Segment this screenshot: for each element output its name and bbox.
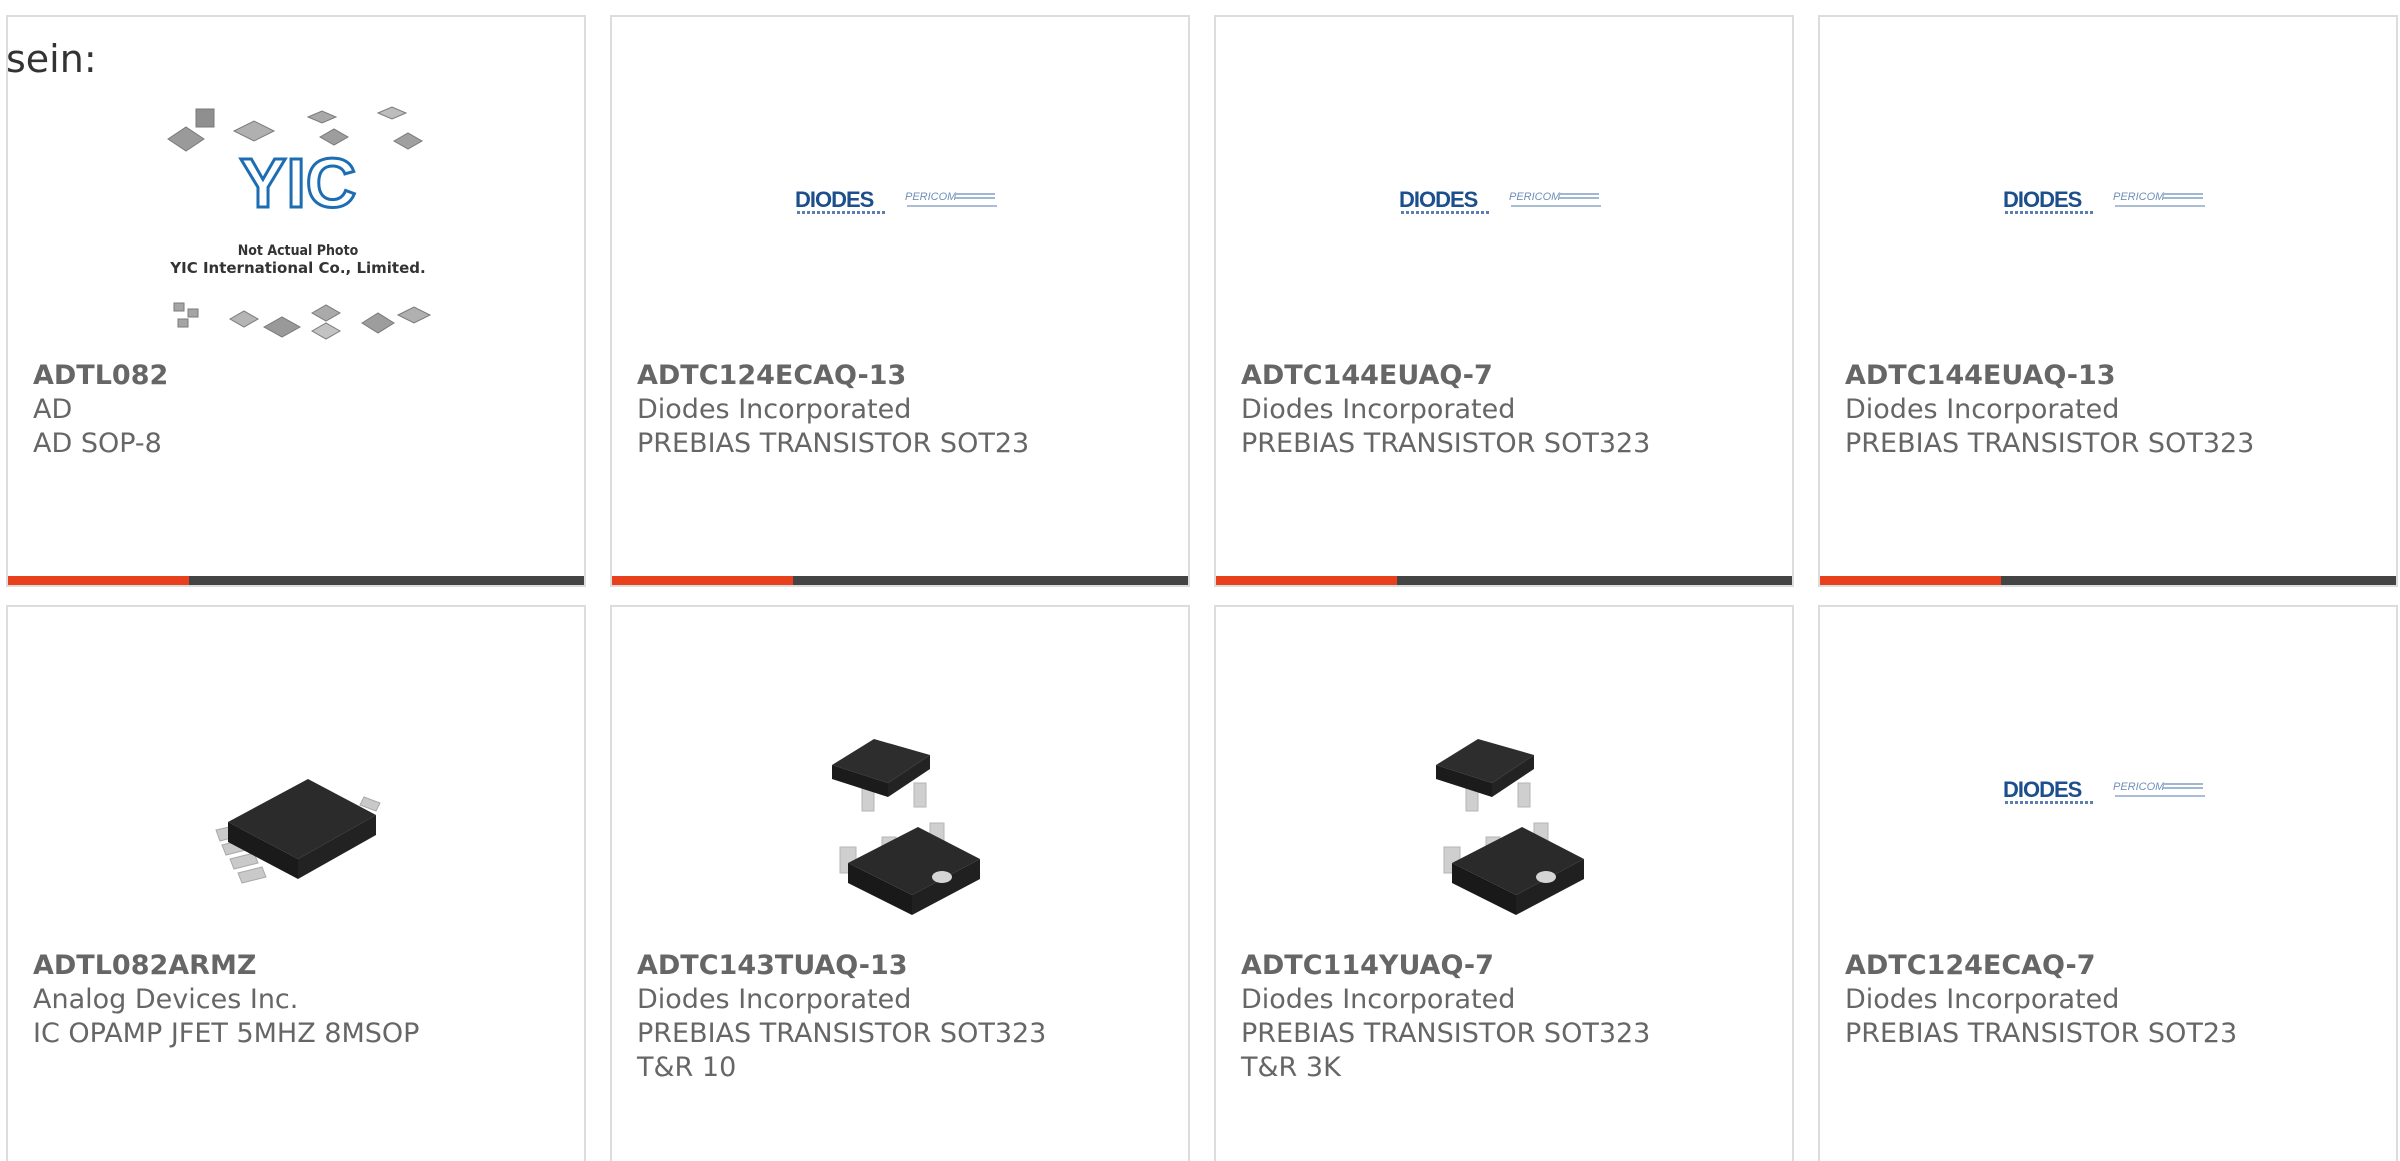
manufacturer: Diodes Incorporated	[1845, 394, 2120, 425]
part-number[interactable]: ADTC144EUAQ-7	[1241, 359, 1782, 393]
card-progress-bar	[1216, 576, 1792, 585]
card-progress-accent	[612, 576, 794, 585]
diodes-logo: DIODES PERICOM	[2003, 777, 2213, 817]
product-info: ADTC124ECAQ-13 Diodes Incorporated PREBI…	[637, 359, 1178, 461]
description: PREBIAS TRANSISTOR SOT323	[637, 1018, 1047, 1049]
card-progress-bar	[1820, 576, 2396, 585]
product-image-diodes[interactable]: DIODES PERICOM	[612, 57, 1188, 357]
diodes-logo-text: DIODES	[795, 187, 874, 212]
part-number[interactable]: ADTC114YUAQ-7	[1241, 949, 1782, 983]
part-number[interactable]: ADTC143TUAQ-13	[637, 949, 1178, 983]
product-image-msop[interactable]	[8, 647, 584, 947]
product-card[interactable]: ADTL082ARMZ Analog Devices Inc. IC OPAMP…	[6, 605, 586, 1161]
description-extra: T&R 10	[637, 1052, 737, 1083]
lead-text: sein:	[6, 37, 97, 81]
manufacturer: Diodes Incorporated	[1241, 394, 1516, 425]
product-card[interactable]: DIODES PERICOM ADTC144EUAQ-7 Diodes Inco…	[1214, 15, 1794, 587]
product-image-diodes[interactable]: DIODES PERICOM	[1820, 647, 2396, 947]
pericom-logo-lines	[955, 193, 995, 201]
pericom-logo-subline	[907, 205, 997, 207]
product-card[interactable]: ADTC114YUAQ-7 Diodes Incorporated PREBIA…	[1214, 605, 1794, 1161]
description: PREBIAS TRANSISTOR SOT323	[1845, 428, 2255, 459]
product-card[interactable]: ADTC143TUAQ-13 Diodes Incorporated PREBI…	[610, 605, 1190, 1161]
product-image-yic[interactable]: YIC Not Actual Photo YIC International C…	[8, 57, 584, 357]
pericom-logo-text: PERICOM	[2113, 781, 2165, 793]
pericom-logo-text: PERICOM	[1509, 191, 1561, 203]
product-info: ADTC114YUAQ-7 Diodes Incorporated PREBIA…	[1241, 949, 1782, 1085]
diodes-logo-subline	[2005, 211, 2095, 214]
description: PREBIAS TRANSISTOR SOT23	[1845, 1018, 2238, 1049]
product-info: ADTC144EUAQ-7 Diodes Incorporated PREBIA…	[1241, 359, 1782, 461]
product-info: ADTL082 AD AD SOP-8	[33, 359, 574, 461]
product-info: ADTL082ARMZ Analog Devices Inc. IC OPAMP…	[33, 949, 574, 1051]
description: PREBIAS TRANSISTOR SOT323	[1241, 428, 1651, 459]
description-extra: T&R 3K	[1241, 1052, 1341, 1083]
product-card[interactable]: DIODES PERICOM ADTC124ECAQ-13 Diodes Inc…	[610, 15, 1190, 587]
part-number[interactable]: ADTC144EUAQ-13	[1845, 359, 2386, 393]
product-grid-page: sein: YIC Not Actual Photo YIC Internati…	[0, 0, 2400, 1161]
pericom-logo-subline	[2115, 795, 2205, 797]
part-number[interactable]: ADTL082	[33, 359, 574, 393]
card-progress-bar	[612, 576, 1188, 585]
diodes-logo: DIODES PERICOM	[1399, 187, 1609, 227]
part-number[interactable]: ADTL082ARMZ	[33, 949, 574, 983]
description: IC OPAMP JFET 5MHZ 8MSOP	[33, 1018, 420, 1049]
card-progress-bar	[8, 576, 584, 585]
product-card[interactable]: DIODES PERICOM ADTC124ECAQ-7 Diodes Inco…	[1818, 605, 2398, 1161]
product-card[interactable]: YIC Not Actual Photo YIC International C…	[6, 15, 586, 587]
diodes-logo-text: DIODES	[1399, 187, 1478, 212]
diodes-logo-subline	[1401, 211, 1491, 214]
pericom-logo-text: PERICOM	[2113, 191, 2165, 203]
product-card[interactable]: DIODES PERICOM ADTC144EUAQ-13 Diodes Inc…	[1818, 15, 2398, 587]
pericom-logo-text: PERICOM	[905, 191, 957, 203]
pericom-logo-subline	[2115, 205, 2205, 207]
product-image-sot323[interactable]	[1216, 647, 1792, 947]
part-number[interactable]: ADTC124ECAQ-13	[637, 359, 1178, 393]
sot323-transistor-image	[1436, 739, 1584, 915]
description: PREBIAS TRANSISTOR SOT23	[637, 428, 1030, 459]
product-image-sot323[interactable]	[612, 647, 1188, 947]
manufacturer: Diodes Incorporated	[1845, 984, 2120, 1015]
card-progress-accent	[1216, 576, 1398, 585]
description: AD SOP-8	[33, 428, 162, 459]
diodes-logo-text: DIODES	[2003, 187, 2082, 212]
product-info: ADTC124ECAQ-7 Diodes Incorporated PREBIA…	[1845, 949, 2386, 1051]
manufacturer: Analog Devices Inc.	[33, 984, 299, 1015]
diodes-logo: DIODES PERICOM	[2003, 187, 2213, 227]
manufacturer: AD	[33, 394, 73, 425]
manufacturer: Diodes Incorporated	[1241, 984, 1516, 1015]
not-actual-photo-text: Not Actual Photo	[238, 243, 359, 259]
description: PREBIAS TRANSISTOR SOT323	[1241, 1018, 1651, 1049]
product-image-diodes[interactable]: DIODES PERICOM	[1216, 57, 1792, 357]
pericom-logo-lines	[1559, 193, 1599, 201]
part-number[interactable]: ADTC124ECAQ-7	[1845, 949, 2386, 983]
manufacturer: Diodes Incorporated	[637, 394, 912, 425]
yic-placeholder-image: YIC Not Actual Photo YIC International C…	[167, 106, 432, 340]
yic-logo: YIC	[240, 144, 357, 222]
pericom-logo-subline	[1511, 205, 1601, 207]
product-info: ADTC144EUAQ-13 Diodes Incorporated PREBI…	[1845, 359, 2386, 461]
msop-chip-image	[215, 779, 381, 884]
pericom-logo-lines	[2163, 783, 2203, 791]
yic-company-text: YIC International Co., Limited.	[169, 259, 425, 277]
sot323-transistor-image	[832, 739, 980, 915]
card-progress-accent	[1820, 576, 2002, 585]
pericom-logo-lines	[2163, 193, 2203, 201]
diodes-logo: DIODES PERICOM	[795, 187, 1005, 227]
card-progress-accent	[8, 576, 190, 585]
diodes-logo-subline	[2005, 801, 2095, 804]
product-image-diodes[interactable]: DIODES PERICOM	[1820, 57, 2396, 357]
diodes-logo-text: DIODES	[2003, 777, 2082, 802]
diodes-logo-subline	[797, 211, 887, 214]
manufacturer: Diodes Incorporated	[637, 984, 912, 1015]
product-info: ADTC143TUAQ-13 Diodes Incorporated PREBI…	[637, 949, 1178, 1085]
